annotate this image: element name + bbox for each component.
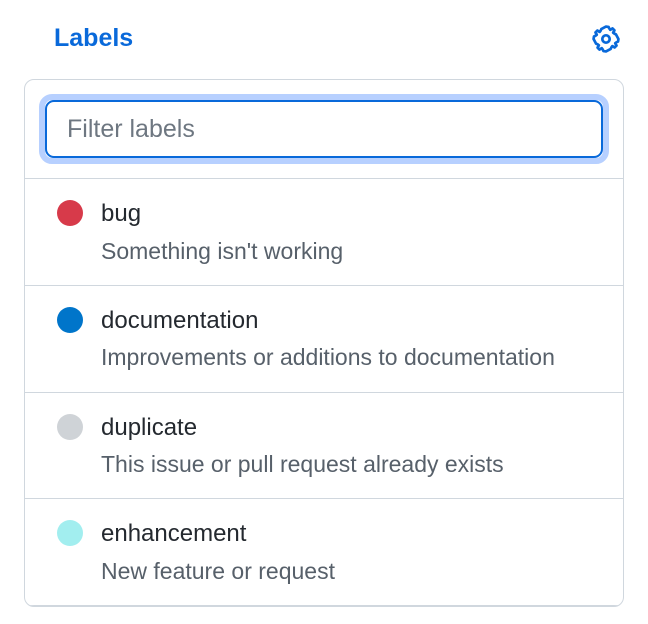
label-color-swatch — [57, 520, 83, 546]
panel-title[interactable]: Labels — [18, 18, 169, 59]
settings-button[interactable] — [588, 21, 624, 57]
label-description: This issue or pull request already exist… — [101, 448, 504, 480]
filter-container — [25, 80, 623, 178]
label-text: documentationImprovements or additions t… — [101, 304, 555, 374]
label-text: duplicateThis issue or pull request alre… — [101, 411, 504, 481]
label-item-enhancement[interactable]: enhancement New feature or request — [25, 499, 623, 606]
label-name: duplicate — [101, 411, 504, 445]
label-text: enhancement New feature or request — [101, 517, 335, 587]
label-name: bug — [101, 197, 343, 231]
label-text: bug Something isn't working — [101, 197, 343, 267]
label-color-swatch — [57, 200, 83, 226]
label-name: enhancement — [101, 517, 335, 551]
filter-focus-ring — [39, 94, 609, 164]
labels-panel: bug Something isn't working documentationI… — [24, 79, 624, 607]
filter-labels-input[interactable] — [45, 100, 603, 158]
label-name: documentation — [101, 304, 555, 338]
label-item-bug[interactable]: bug Something isn't working — [25, 179, 623, 286]
label-color-swatch — [57, 307, 83, 333]
label-item-documentation[interactable]: documentationImprovements or additions t… — [25, 286, 623, 393]
label-item-duplicate[interactable]: duplicateThis issue or pull request alre… — [25, 393, 623, 500]
gear-icon — [592, 25, 620, 53]
label-description: Improvements or additions to documentati… — [101, 341, 555, 373]
label-description: New feature or request — [101, 555, 335, 587]
panel-header: Labels — [0, 0, 648, 65]
labels-list: bug Something isn't working documentationI… — [25, 178, 623, 606]
label-description: Something isn't working — [101, 235, 343, 267]
label-color-swatch — [57, 414, 83, 440]
